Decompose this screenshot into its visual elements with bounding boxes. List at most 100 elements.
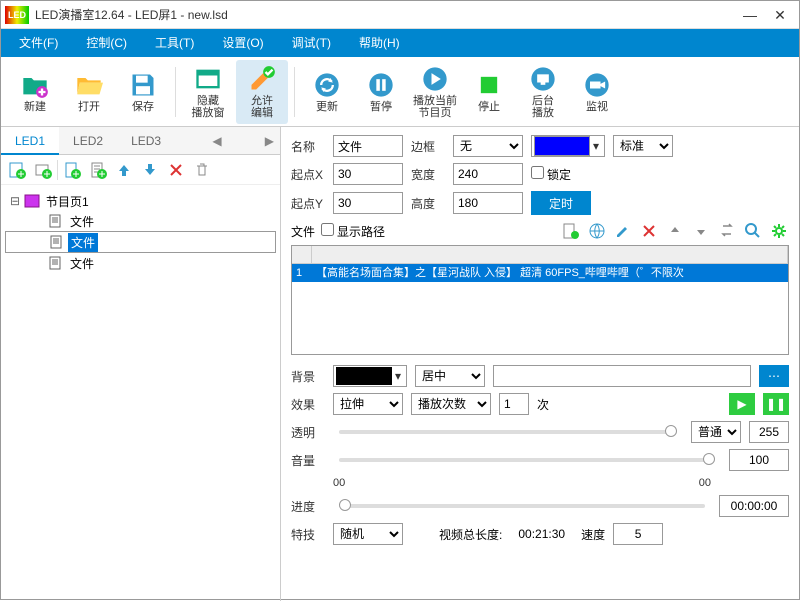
tree-item-1[interactable]: 文件	[5, 231, 276, 253]
file-search-button[interactable]	[743, 221, 763, 241]
stop-button[interactable]: 停止	[463, 60, 515, 124]
progress-slider[interactable]	[339, 504, 705, 508]
tab-led3[interactable]: LED3	[117, 127, 175, 155]
x-icon	[641, 223, 657, 239]
down-icon	[693, 223, 709, 239]
menubar: 文件(F) 控制(C) 工具(T) 设置(O) 调试(T) 帮助(H)	[1, 29, 799, 57]
pause-media-button[interactable]: ❚❚	[763, 393, 789, 415]
volume-slider[interactable]	[339, 458, 715, 462]
menu-tools[interactable]: 工具(T)	[141, 29, 208, 57]
file-edit-button[interactable]	[613, 221, 633, 241]
file-settings-button[interactable]	[769, 221, 789, 241]
table-row[interactable]: 1 【高能名场面合集】之【星河战队 入侵】 超清 60FPS_哔哩哔哩（゜不限次	[292, 264, 788, 282]
bg-color-picker[interactable]: ▾	[333, 365, 407, 387]
titlebar: LED LED演播室12.64 - LED屏1 - new.lsd — ✕	[1, 1, 799, 29]
standard-select[interactable]: 标准	[613, 135, 673, 157]
alpha-slider[interactable]	[339, 430, 677, 434]
alpha-value[interactable]	[749, 421, 789, 443]
align-select[interactable]: 居中	[415, 365, 485, 387]
menu-file[interactable]: 文件(F)	[5, 29, 72, 57]
file-globe-button[interactable]	[587, 221, 607, 241]
speed-input[interactable]	[613, 523, 663, 545]
folder-plus-icon	[21, 71, 49, 99]
bg-path-input[interactable]	[493, 365, 751, 387]
color-swatch	[534, 136, 590, 156]
trash-icon	[194, 162, 210, 178]
file-icon	[48, 214, 64, 228]
hide-window-button[interactable]: 隐藏 播放窗	[182, 60, 234, 124]
play-button[interactable]: ▶	[729, 393, 755, 415]
menu-debug[interactable]: 调试(T)	[278, 29, 345, 57]
tab-led1[interactable]: LED1	[1, 127, 59, 155]
bg-label: 背景	[291, 368, 325, 385]
program-tree[interactable]: ⊟节目页1 文件 文件 文件	[1, 185, 280, 601]
alpha-label: 透明	[291, 424, 325, 441]
add-step-button[interactable]	[31, 158, 55, 182]
allow-edit-button[interactable]: 允许 编辑	[236, 60, 288, 124]
fx-label: 效果	[291, 396, 325, 413]
edit-icon	[248, 65, 276, 93]
count-input[interactable]	[499, 393, 529, 415]
delete-item-button[interactable]	[164, 158, 188, 182]
file-add-button[interactable]	[561, 221, 581, 241]
pause-icon	[367, 71, 395, 99]
menu-settings[interactable]: 设置(O)	[208, 29, 277, 57]
minimize-button[interactable]: —	[735, 5, 765, 25]
add-text-button[interactable]	[86, 158, 110, 182]
show-path-checkbox[interactable]: 显示路径	[321, 223, 385, 240]
file-down-button[interactable]	[691, 221, 711, 241]
timer-button[interactable]: 定时	[531, 191, 591, 215]
height-input[interactable]	[453, 192, 523, 214]
move-down-button[interactable]	[138, 158, 162, 182]
width-input[interactable]	[453, 163, 523, 185]
file-icon	[48, 256, 64, 270]
x-input[interactable]	[333, 163, 403, 185]
pause-button[interactable]: 暂停	[355, 60, 407, 124]
count-mode-select[interactable]: 播放次数	[411, 393, 491, 415]
tab-led2[interactable]: LED2	[59, 127, 117, 155]
file-list-grid[interactable]: 1 【高能名场面合集】之【星河战队 入侵】 超清 60FPS_哔哩哔哩（゜不限次	[291, 245, 789, 355]
play-current-button[interactable]: 播放当前 节目页	[409, 60, 461, 124]
properties-pane: 名称 边框 无 ▾ 标准 起点X 宽度 锁定 起点Y 高度 定时 文件 显示路径	[281, 127, 799, 601]
move-up-button[interactable]	[112, 158, 136, 182]
collapse-icon[interactable]: ⊟	[9, 194, 21, 208]
refresh-button[interactable]: 更新	[301, 60, 353, 124]
save-button[interactable]: 保存	[117, 60, 169, 124]
tab-prev-button[interactable]: ◀	[206, 134, 227, 148]
trick-select[interactable]: 随机	[333, 523, 403, 545]
alpha-mode-select[interactable]: 普通	[691, 421, 741, 443]
height-label: 高度	[411, 195, 445, 212]
add-file-button[interactable]	[60, 158, 84, 182]
file-swap-button[interactable]	[717, 221, 737, 241]
volume-value[interactable]	[729, 449, 789, 471]
progress-time[interactable]	[719, 495, 789, 517]
name-input[interactable]	[333, 135, 403, 157]
tab-next-button[interactable]: ▶	[259, 134, 280, 148]
close-button[interactable]: ✕	[765, 5, 795, 25]
window-title: LED演播室12.64 - LED屏1 - new.lsd	[35, 6, 735, 23]
color-picker[interactable]: ▾	[531, 135, 605, 157]
menu-control[interactable]: 控制(C)	[72, 29, 141, 57]
monitor-button[interactable]: 监视	[571, 60, 623, 124]
menu-help[interactable]: 帮助(H)	[345, 29, 414, 57]
width-label: 宽度	[411, 166, 445, 183]
gear-icon	[770, 222, 788, 240]
browse-button[interactable]: ⋯	[759, 365, 789, 387]
time-end: 00	[699, 477, 711, 489]
tree-root[interactable]: ⊟节目页1	[5, 191, 276, 211]
border-select[interactable]: 无	[453, 135, 523, 157]
y-input[interactable]	[333, 192, 403, 214]
background-play-button[interactable]: 后台 播放	[517, 60, 569, 124]
tree-item-2[interactable]: 文件	[5, 253, 276, 273]
fx-select[interactable]: 拉伸	[333, 393, 403, 415]
open-button[interactable]: 打开	[63, 60, 115, 124]
new-button[interactable]: 新建	[9, 60, 61, 124]
tree-item-0[interactable]: 文件	[5, 211, 276, 231]
trick-label: 特技	[291, 526, 325, 543]
monitor-icon	[529, 65, 557, 93]
add-page-button[interactable]	[5, 158, 29, 182]
file-delete-button[interactable]	[639, 221, 659, 241]
lock-checkbox[interactable]: 锁定	[531, 166, 571, 183]
file-up-button[interactable]	[665, 221, 685, 241]
trash-button[interactable]	[190, 158, 214, 182]
